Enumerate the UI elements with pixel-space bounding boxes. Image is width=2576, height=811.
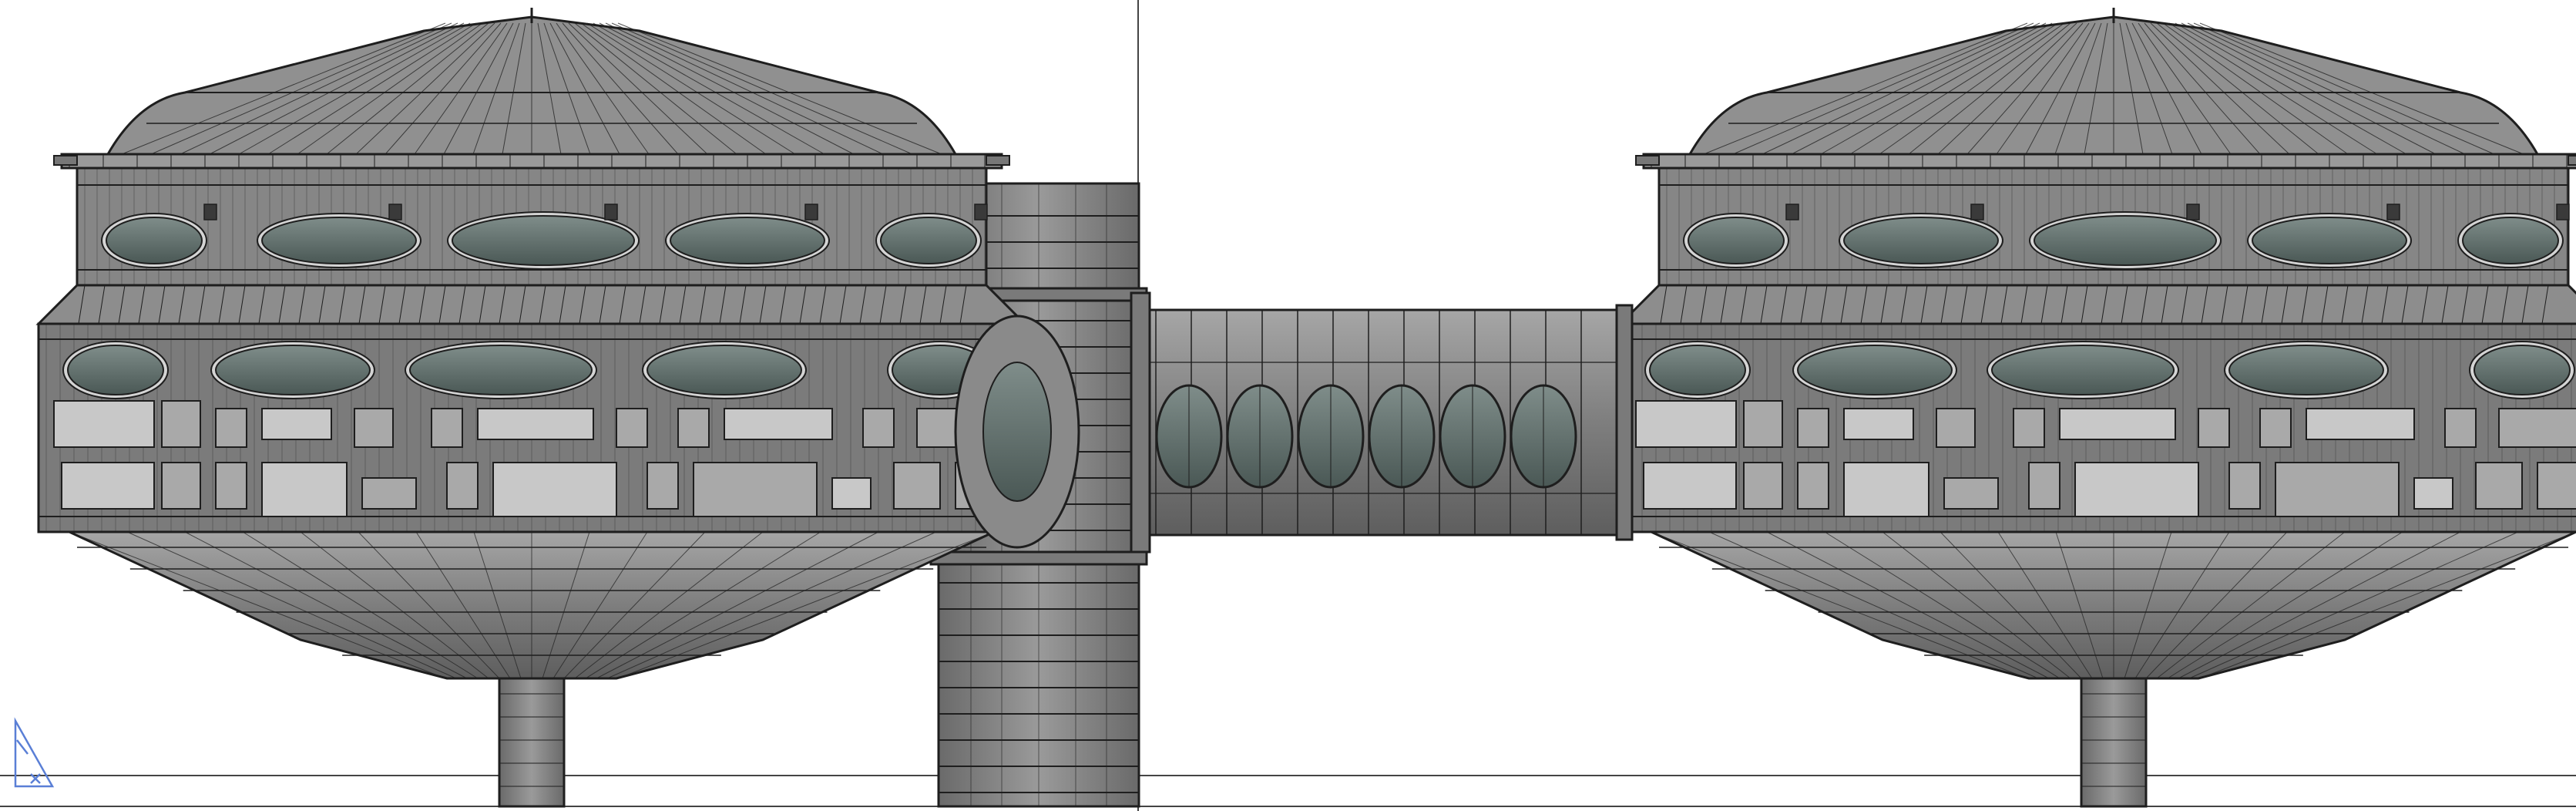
hull-panel [724, 408, 833, 440]
pod-window [67, 345, 164, 395]
hull-panel [2228, 462, 2261, 510]
hull-light-fixture [974, 204, 988, 220]
pod-right [1617, 8, 2576, 808]
pod-window [2462, 217, 2559, 264]
hull-panel [831, 477, 872, 510]
pod-mid-flare [35, 284, 1028, 325]
hull-panel [1797, 462, 1829, 510]
hull-panel [2444, 408, 2477, 448]
hull-panel [2275, 462, 2400, 517]
hull-panel [2498, 408, 2576, 448]
pod-window [1649, 345, 1746, 395]
pod-window [2034, 215, 2217, 266]
pod-window [880, 217, 977, 264]
hull-panel [1797, 408, 1829, 448]
hull-panel [616, 408, 648, 448]
pod-window [215, 345, 371, 395]
hull-light-fixture [388, 204, 402, 220]
support-column [498, 677, 566, 808]
hull-panel [446, 462, 479, 510]
pod-window [1688, 217, 1785, 264]
hull-panel [161, 462, 201, 510]
hull-panel [893, 462, 941, 510]
hull-panel [693, 462, 818, 517]
hull-panel [492, 462, 617, 517]
hull-panel [215, 408, 247, 448]
pod-rim [1642, 153, 2576, 170]
pod-rim [60, 153, 1003, 170]
hull-panel [1635, 400, 1737, 448]
hull-panel [431, 408, 463, 448]
hull-panel [2013, 408, 2045, 448]
hull-panel [677, 408, 710, 448]
pod-window [1797, 345, 1953, 395]
hull-light-fixture [804, 204, 818, 220]
hull-panel [2537, 462, 2576, 510]
pod-window [670, 217, 825, 264]
pod-window [2228, 345, 2384, 395]
hull-panel [2059, 408, 2176, 440]
hull-panel [53, 400, 155, 448]
hull-panel [61, 462, 155, 510]
hull-panel [1743, 400, 1783, 448]
hull-panel [354, 408, 394, 448]
hull-panel [2259, 408, 2292, 448]
hull-panel [2028, 462, 2060, 510]
hull-panel [477, 408, 594, 440]
hull-panel [361, 477, 417, 510]
support-column [2080, 677, 2148, 808]
hull-panel [261, 408, 332, 440]
tower-side-window [982, 362, 1052, 502]
front-view-viewport[interactable] [0, 0, 2576, 811]
hull-panel [1936, 408, 1976, 448]
hull-panel [1743, 462, 1783, 510]
hull-panel [2198, 408, 2230, 448]
hull-panel [2475, 462, 2523, 510]
corridor-tube [1137, 308, 1634, 537]
hull-light-fixture [2386, 204, 2400, 220]
pod-window [106, 217, 203, 264]
pod-window [1991, 345, 2175, 395]
hull-panel [1843, 462, 1929, 517]
axis-gizmo [14, 717, 55, 788]
corridor-collar-right [1615, 304, 1634, 541]
hull-panel [2074, 462, 2199, 517]
pod-window [409, 345, 593, 395]
hull-light-fixture [2556, 204, 2570, 220]
pod-window [2474, 345, 2571, 395]
pod-window [2252, 217, 2407, 264]
hull-panel [647, 462, 679, 510]
pod-window [647, 345, 802, 395]
pod-window [1843, 217, 1999, 264]
hull-light-fixture [2186, 204, 2200, 220]
hull-panel [2306, 408, 2415, 440]
hull-panel [862, 408, 895, 448]
hull-panel [1943, 477, 1999, 510]
hull-panel [261, 462, 348, 517]
hull-light-fixture [1970, 204, 1984, 220]
pod-left [35, 8, 1028, 808]
hull-light-fixture [203, 204, 217, 220]
pod-window [261, 217, 417, 264]
corridor-collar-left [1130, 291, 1151, 554]
hull-light-fixture [604, 204, 618, 220]
hull-panel [1843, 408, 1914, 440]
hull-panel [161, 400, 201, 448]
hull-panel [1643, 462, 1737, 510]
hull-panel [215, 462, 247, 510]
hull-light-fixture [1785, 204, 1799, 220]
hull-panel [2413, 477, 2453, 510]
pod-window [452, 215, 635, 266]
